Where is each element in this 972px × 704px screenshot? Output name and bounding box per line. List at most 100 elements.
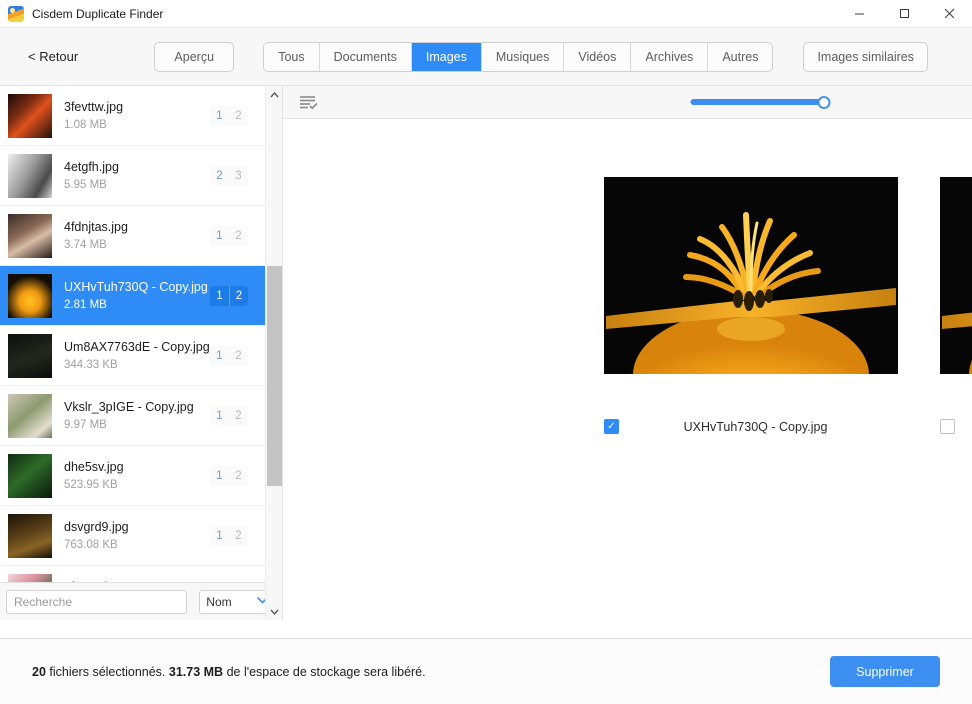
badge-index: 1 [210,526,229,546]
file-meta: efvy63.jpg6.79 MB [64,580,210,582]
tab-documents[interactable]: Documents [320,43,412,71]
chevron-up-icon[interactable] [266,86,283,103]
slider-knob[interactable] [817,96,830,109]
duplicate-count-badge[interactable]: 12 [210,406,248,426]
file-list-item[interactable]: dhe5sv.jpg523.95 KB12 [0,446,282,506]
scrollbar-thumb[interactable] [267,266,282,486]
file-thumbnail [8,574,52,583]
preview-checkbox[interactable] [940,419,955,434]
duplicate-count-badge[interactable]: 12 [210,286,248,306]
file-list-item[interactable]: 4etgfh.jpg 5.95 MB23 [0,146,282,206]
file-name: 4etgfh.jpg [64,160,210,174]
file-meta: dsvgrd9.jpg763.08 KB [64,520,210,551]
status-bar: 20 fichiers sélectionnés. 31.73 MB de l'… [0,638,972,704]
file-list-item[interactable]: efvy63.jpg6.79 MB12 [0,566,282,582]
file-name: 4fdnjtas.jpg [64,220,210,234]
file-name: Vkslr_3pIGE - Copy.jpg [64,400,210,414]
freed-size-suffix: de l'espace de stockage sera libéré. [223,665,426,679]
preview-image[interactable] [604,177,898,374]
file-size: 2.81 MB [64,299,210,311]
file-meta: 3fevttw.jpg 1.08 MB [64,100,210,131]
duplicate-count-badge[interactable]: 23 [210,166,248,186]
file-size: 763.08 KB [64,539,210,551]
chevron-down-icon[interactable] [266,603,283,620]
preview-grid: ✓UXHvTuh730Q - Copy.jpg wed55v.jpg [283,177,972,434]
file-list-item[interactable]: dsvgrd9.jpg763.08 KB12 [0,506,282,566]
duplicate-count-badge[interactable]: 12 [210,226,248,246]
file-name: Um8AX7763dE - Copy.jpg [64,340,210,354]
similar-images-button[interactable]: Images similaires [803,42,928,72]
tab-tous[interactable]: Tous [264,43,319,71]
main-toolbar: < Retour Aperçu Tous Documents Images Mu… [0,28,972,86]
preview-button[interactable]: Aperçu [154,42,234,72]
badge-index: 1 [210,466,229,486]
preview-caption-row: wed55v.jpg [940,419,972,434]
close-icon[interactable] [927,0,972,28]
tab-musiques[interactable]: Musiques [482,43,565,71]
preview-item: ✓UXHvTuh730Q - Copy.jpg [604,177,898,434]
badge-total: 2 [229,106,248,126]
file-size: 1.08 MB [64,119,210,131]
freed-size: 31.73 MB [169,665,223,679]
maximize-icon[interactable] [882,0,927,28]
back-button[interactable]: < Retour [20,45,86,68]
preview-checkbox[interactable]: ✓ [604,419,619,434]
file-list-item[interactable]: 3fevttw.jpg 1.08 MB12 [0,86,282,146]
duplicate-count-badge[interactable]: 12 [210,346,248,366]
file-size: 5.95 MB [64,179,210,191]
duplicate-count-badge[interactable]: 12 [210,106,248,126]
file-list-item[interactable]: Vkslr_3pIGE - Copy.jpg9.97 MB12 [0,386,282,446]
sidebar-scrollbar[interactable] [265,86,282,620]
duplicate-count-badge[interactable]: 12 [210,466,248,486]
tab-autres[interactable]: Autres [708,43,772,71]
file-size: 344.33 KB [64,359,210,371]
window-title: Cisdem Duplicate Finder [32,7,163,21]
sidebar-footer: Nom [0,582,282,620]
badge-index: 2 [210,166,229,186]
selected-count-suffix: fichiers sélectionnés. [46,665,169,679]
preview-area: ✓UXHvTuh730Q - Copy.jpg wed55v.jpg [283,119,972,620]
slider-track [690,99,827,105]
file-thumbnail [8,454,52,498]
file-meta: UXHvTuh730Q - Copy.jpg 2.81 MB [64,280,210,311]
file-thumbnail [8,214,52,258]
file-meta: Um8AX7763dE - Copy.jpg 344.33 KB [64,340,210,371]
status-text: 20 fichiers sélectionnés. 31.73 MB de l'… [32,665,426,679]
preview-image[interactable] [940,177,972,374]
file-list[interactable]: 3fevttw.jpg1.08 MB124etgfh.jpg5.95 MB234… [0,86,282,582]
tab-archives[interactable]: Archives [631,43,708,71]
zoom-slider[interactable] [690,95,827,109]
file-meta: Vkslr_3pIGE - Copy.jpg9.97 MB [64,400,210,431]
selected-count: 20 [32,665,46,679]
preview-toolbar [283,86,972,119]
preview-file-name: wed55v.jpg [955,420,972,434]
badge-index: 1 [210,346,229,366]
file-list-item[interactable]: UXHvTuh730Q - Copy.jpg 2.81 MB12 [0,266,282,326]
content-area: 3fevttw.jpg1.08 MB124etgfh.jpg5.95 MB234… [0,86,972,620]
badge-total: 2 [229,286,248,306]
tab-images[interactable]: Images [412,43,482,71]
preview-panel: ✓UXHvTuh730Q - Copy.jpg wed55v.jpg [283,86,972,620]
file-name: UXHvTuh730Q - Copy.jpg [64,280,210,294]
file-meta: 4etgfh.jpg 5.95 MB [64,160,210,191]
tab-videos[interactable]: Vidéos [564,43,631,71]
delete-button[interactable]: Supprimer [830,656,940,687]
file-name: 3fevttw.jpg [64,100,210,114]
list-check-icon[interactable] [299,94,319,110]
preview-item: wed55v.jpg [940,177,972,434]
file-thumbnail [8,274,52,318]
file-list-item[interactable]: Um8AX7763dE - Copy.jpg 344.33 KB12 [0,326,282,386]
file-list-item[interactable]: 4fdnjtas.jpg3.74 MB12 [0,206,282,266]
search-input[interactable] [6,590,187,614]
file-thumbnail [8,514,52,558]
badge-index: 1 [210,286,229,306]
duplicate-count-badge[interactable]: 12 [210,526,248,546]
title-bar: Cisdem Duplicate Finder [0,0,972,28]
file-meta: dhe5sv.jpg523.95 KB [64,460,210,491]
app-logo-icon [8,6,24,22]
badge-total: 2 [229,466,248,486]
file-thumbnail [8,334,52,378]
sort-value: Nom [206,595,231,609]
file-thumbnail [8,154,52,198]
minimize-icon[interactable] [837,0,882,28]
